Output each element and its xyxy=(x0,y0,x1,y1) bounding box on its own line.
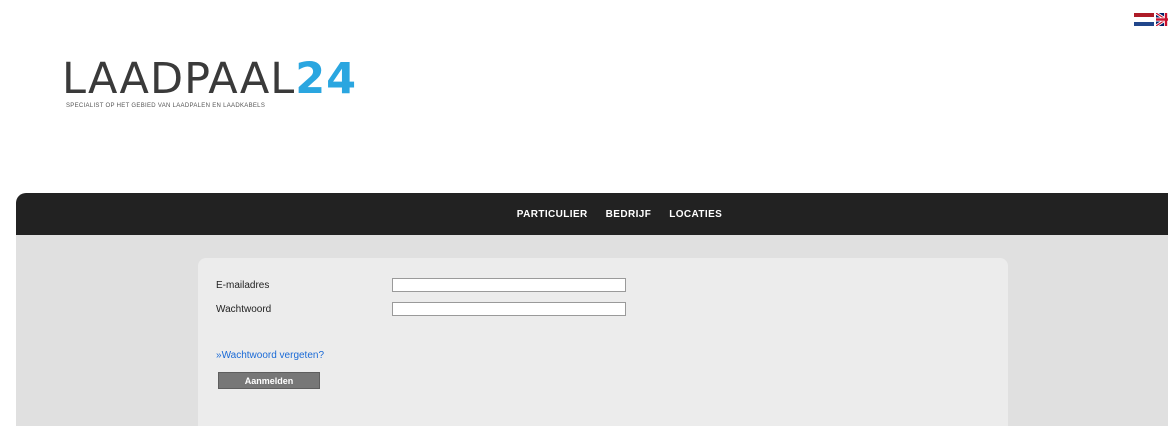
email-field[interactable] xyxy=(392,278,626,292)
logo-tagline: SPECIALIST OP HET GEBIED VAN LAADPALEN E… xyxy=(66,103,266,109)
login-button[interactable]: Aanmelden xyxy=(218,372,320,389)
flag-uk-icon[interactable] xyxy=(1155,13,1168,27)
password-label: Wachtwoord xyxy=(216,303,272,315)
logo-text-number: 24 xyxy=(295,54,358,104)
flag-nl-icon[interactable] xyxy=(1134,13,1154,26)
language-selector xyxy=(1132,13,1168,27)
forgot-password-label: Wachtwoord vergeten? xyxy=(221,350,325,361)
site-logo[interactable]: LAADPAAL24 SPECIALIST OP HET GEBIED VAN … xyxy=(62,58,462,128)
nav-item-bedrijf[interactable]: BEDRIJF xyxy=(606,207,652,222)
logo-text-main: LAADPAAL xyxy=(62,54,296,104)
email-label: E-mailadres xyxy=(216,279,270,291)
main-navigation: PARTICULIER BEDRIJF LOCATIES xyxy=(16,193,1168,235)
login-panel: E-mailadres Wachtwoord »Wachtwoord verge… xyxy=(198,258,1008,426)
content-area: E-mailadres Wachtwoord »Wachtwoord verge… xyxy=(16,235,1168,426)
password-row: Wachtwoord xyxy=(216,300,626,318)
forgot-password-link[interactable]: »Wachtwoord vergeten? xyxy=(216,350,324,361)
nav-item-locaties[interactable]: LOCATIES xyxy=(669,207,722,222)
password-field[interactable] xyxy=(392,302,626,316)
nav-item-particulier[interactable]: PARTICULIER xyxy=(517,207,588,222)
email-row: E-mailadres xyxy=(216,276,626,294)
